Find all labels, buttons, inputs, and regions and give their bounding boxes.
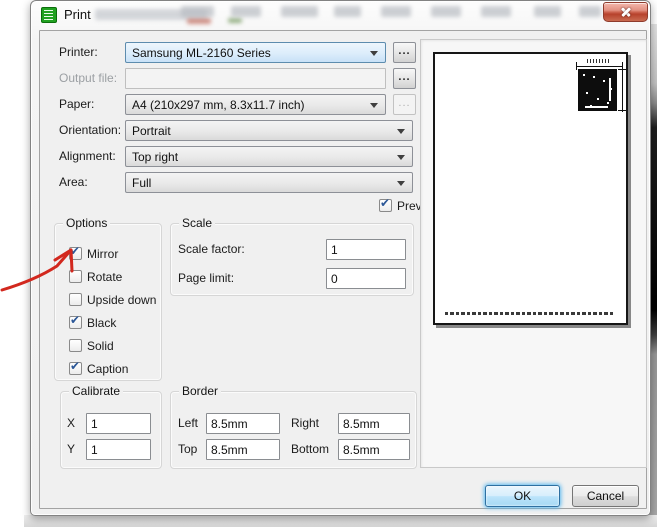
border-left-label: Left	[178, 416, 199, 430]
pcb-trace	[585, 106, 608, 108]
censored-red-mark	[187, 18, 211, 24]
orientation-label: Orientation:	[59, 123, 122, 137]
caption-label: Caption	[87, 362, 129, 376]
black-label: Black	[87, 316, 117, 330]
censored-menu-item	[381, 6, 411, 17]
print-dialog: Print Printer: Samsung ML-2160 Series ..…	[30, 0, 651, 516]
print-app-icon	[41, 7, 57, 23]
scale-group: Scale Scale factor: Page limit:	[170, 216, 414, 296]
border-top-input[interactable]	[206, 439, 280, 460]
dimension-tick	[618, 110, 626, 111]
background-bottom-strip	[24, 515, 657, 527]
censored-menu-item	[534, 6, 561, 17]
output-file-label: Output file:	[59, 71, 118, 85]
paper-value: A4 (210x297 mm, 8.3x11.7 inch)	[132, 98, 305, 112]
printer-label: Printer:	[59, 45, 98, 59]
censored-menu-item	[231, 6, 261, 17]
chevron-down-icon	[397, 129, 405, 134]
preview-panel	[420, 39, 647, 468]
output-file-input[interactable]	[125, 68, 386, 89]
censored-menu-item	[334, 6, 361, 17]
alignment-label: Alignment:	[59, 149, 116, 163]
calibrate-x-label: X	[67, 416, 76, 430]
alignment-value: Top right	[132, 150, 179, 164]
border-bottom-input[interactable]	[338, 439, 410, 460]
preview-checkbox[interactable]	[379, 196, 392, 212]
border-bottom-label: Bottom	[291, 442, 330, 456]
calibrate-x-input[interactable]	[86, 413, 151, 434]
paper-label: Paper:	[59, 97, 95, 111]
upside-down-checkbox[interactable]	[69, 293, 82, 306]
censored-menu-item	[281, 6, 318, 17]
border-right-input[interactable]	[338, 413, 410, 434]
chevron-down-icon	[397, 155, 405, 160]
printer-select[interactable]: Samsung ML-2160 Series	[125, 42, 386, 63]
options-group: Options Mirror Rotate Upside down Black …	[54, 216, 162, 381]
paper-select[interactable]: A4 (210x297 mm, 8.3x11.7 inch)	[125, 94, 386, 115]
ok-button[interactable]: OK	[485, 485, 560, 507]
output-file-browse-button[interactable]: ...	[393, 68, 416, 89]
caption-line	[445, 312, 613, 315]
rotate-checkbox[interactable]	[69, 270, 82, 283]
scale-group-title: Scale	[179, 216, 216, 230]
border-group: Border Left Right Top Bottom	[170, 384, 417, 469]
censored-menu-item	[181, 6, 214, 17]
area-select[interactable]: Full	[125, 172, 413, 193]
mirror-label: Mirror	[87, 247, 119, 261]
border-left-input[interactable]	[206, 413, 280, 434]
window-title: Print	[64, 7, 91, 22]
censored-green-mark	[228, 18, 242, 23]
close-button[interactable]	[603, 2, 648, 22]
options-group-title: Options	[63, 216, 111, 230]
dimension-tick	[576, 62, 577, 70]
scale-factor-label: Scale factor:	[178, 242, 245, 256]
solid-checkbox[interactable]	[69, 339, 82, 352]
area-label: Area:	[59, 175, 88, 189]
orientation-value: Portrait	[132, 124, 171, 138]
caption-checkbox[interactable]	[69, 359, 82, 375]
scale-factor-input[interactable]	[326, 239, 406, 260]
printer-browse-button[interactable]: ...	[393, 42, 416, 63]
screenshot-root: Print Printer: Samsung ML-2160 Series ..…	[0, 0, 657, 527]
calibrate-group-title: Calibrate	[69, 384, 124, 398]
censored-menu-item	[481, 6, 511, 17]
calibrate-y-input[interactable]	[86, 439, 151, 460]
pcb-drawing	[578, 69, 617, 111]
orientation-select[interactable]: Portrait	[125, 120, 413, 141]
censored-menu-item	[579, 6, 601, 17]
page-limit-input[interactable]	[326, 268, 406, 289]
chevron-down-icon	[370, 103, 378, 108]
pcb-trace	[609, 78, 611, 101]
border-group-title: Border	[179, 384, 222, 398]
area-value: Full	[132, 176, 152, 190]
upside-down-label: Upside down	[87, 293, 157, 307]
black-checkbox[interactable]	[69, 313, 82, 329]
calibrate-y-label: Y	[67, 442, 76, 456]
dimension-tick	[618, 69, 626, 70]
pcb-pads	[583, 74, 585, 76]
mirror-checkbox[interactable]	[69, 244, 82, 260]
border-top-label: Top	[178, 442, 198, 456]
paper-browse-button: ...	[393, 94, 416, 115]
calibrate-group: Calibrate X Y	[60, 384, 162, 469]
dimension-line-top	[576, 66, 623, 67]
dimension-text-marks	[587, 59, 609, 63]
censored-menu-item	[431, 6, 461, 17]
preview-page	[433, 52, 628, 325]
chevron-down-icon	[370, 51, 378, 56]
page-limit-label: Page limit:	[178, 271, 235, 285]
cancel-button[interactable]: Cancel	[572, 485, 639, 507]
alignment-select[interactable]: Top right	[125, 146, 413, 167]
printer-value: Samsung ML-2160 Series	[132, 46, 271, 60]
border-right-label: Right	[291, 416, 320, 430]
titlebar[interactable]: Print	[31, 1, 650, 30]
dialog-content: Printer: Samsung ML-2160 Series ... Outp…	[39, 30, 647, 509]
chevron-down-icon	[397, 181, 405, 186]
rotate-label: Rotate	[87, 270, 123, 284]
solid-label: Solid	[87, 339, 114, 353]
